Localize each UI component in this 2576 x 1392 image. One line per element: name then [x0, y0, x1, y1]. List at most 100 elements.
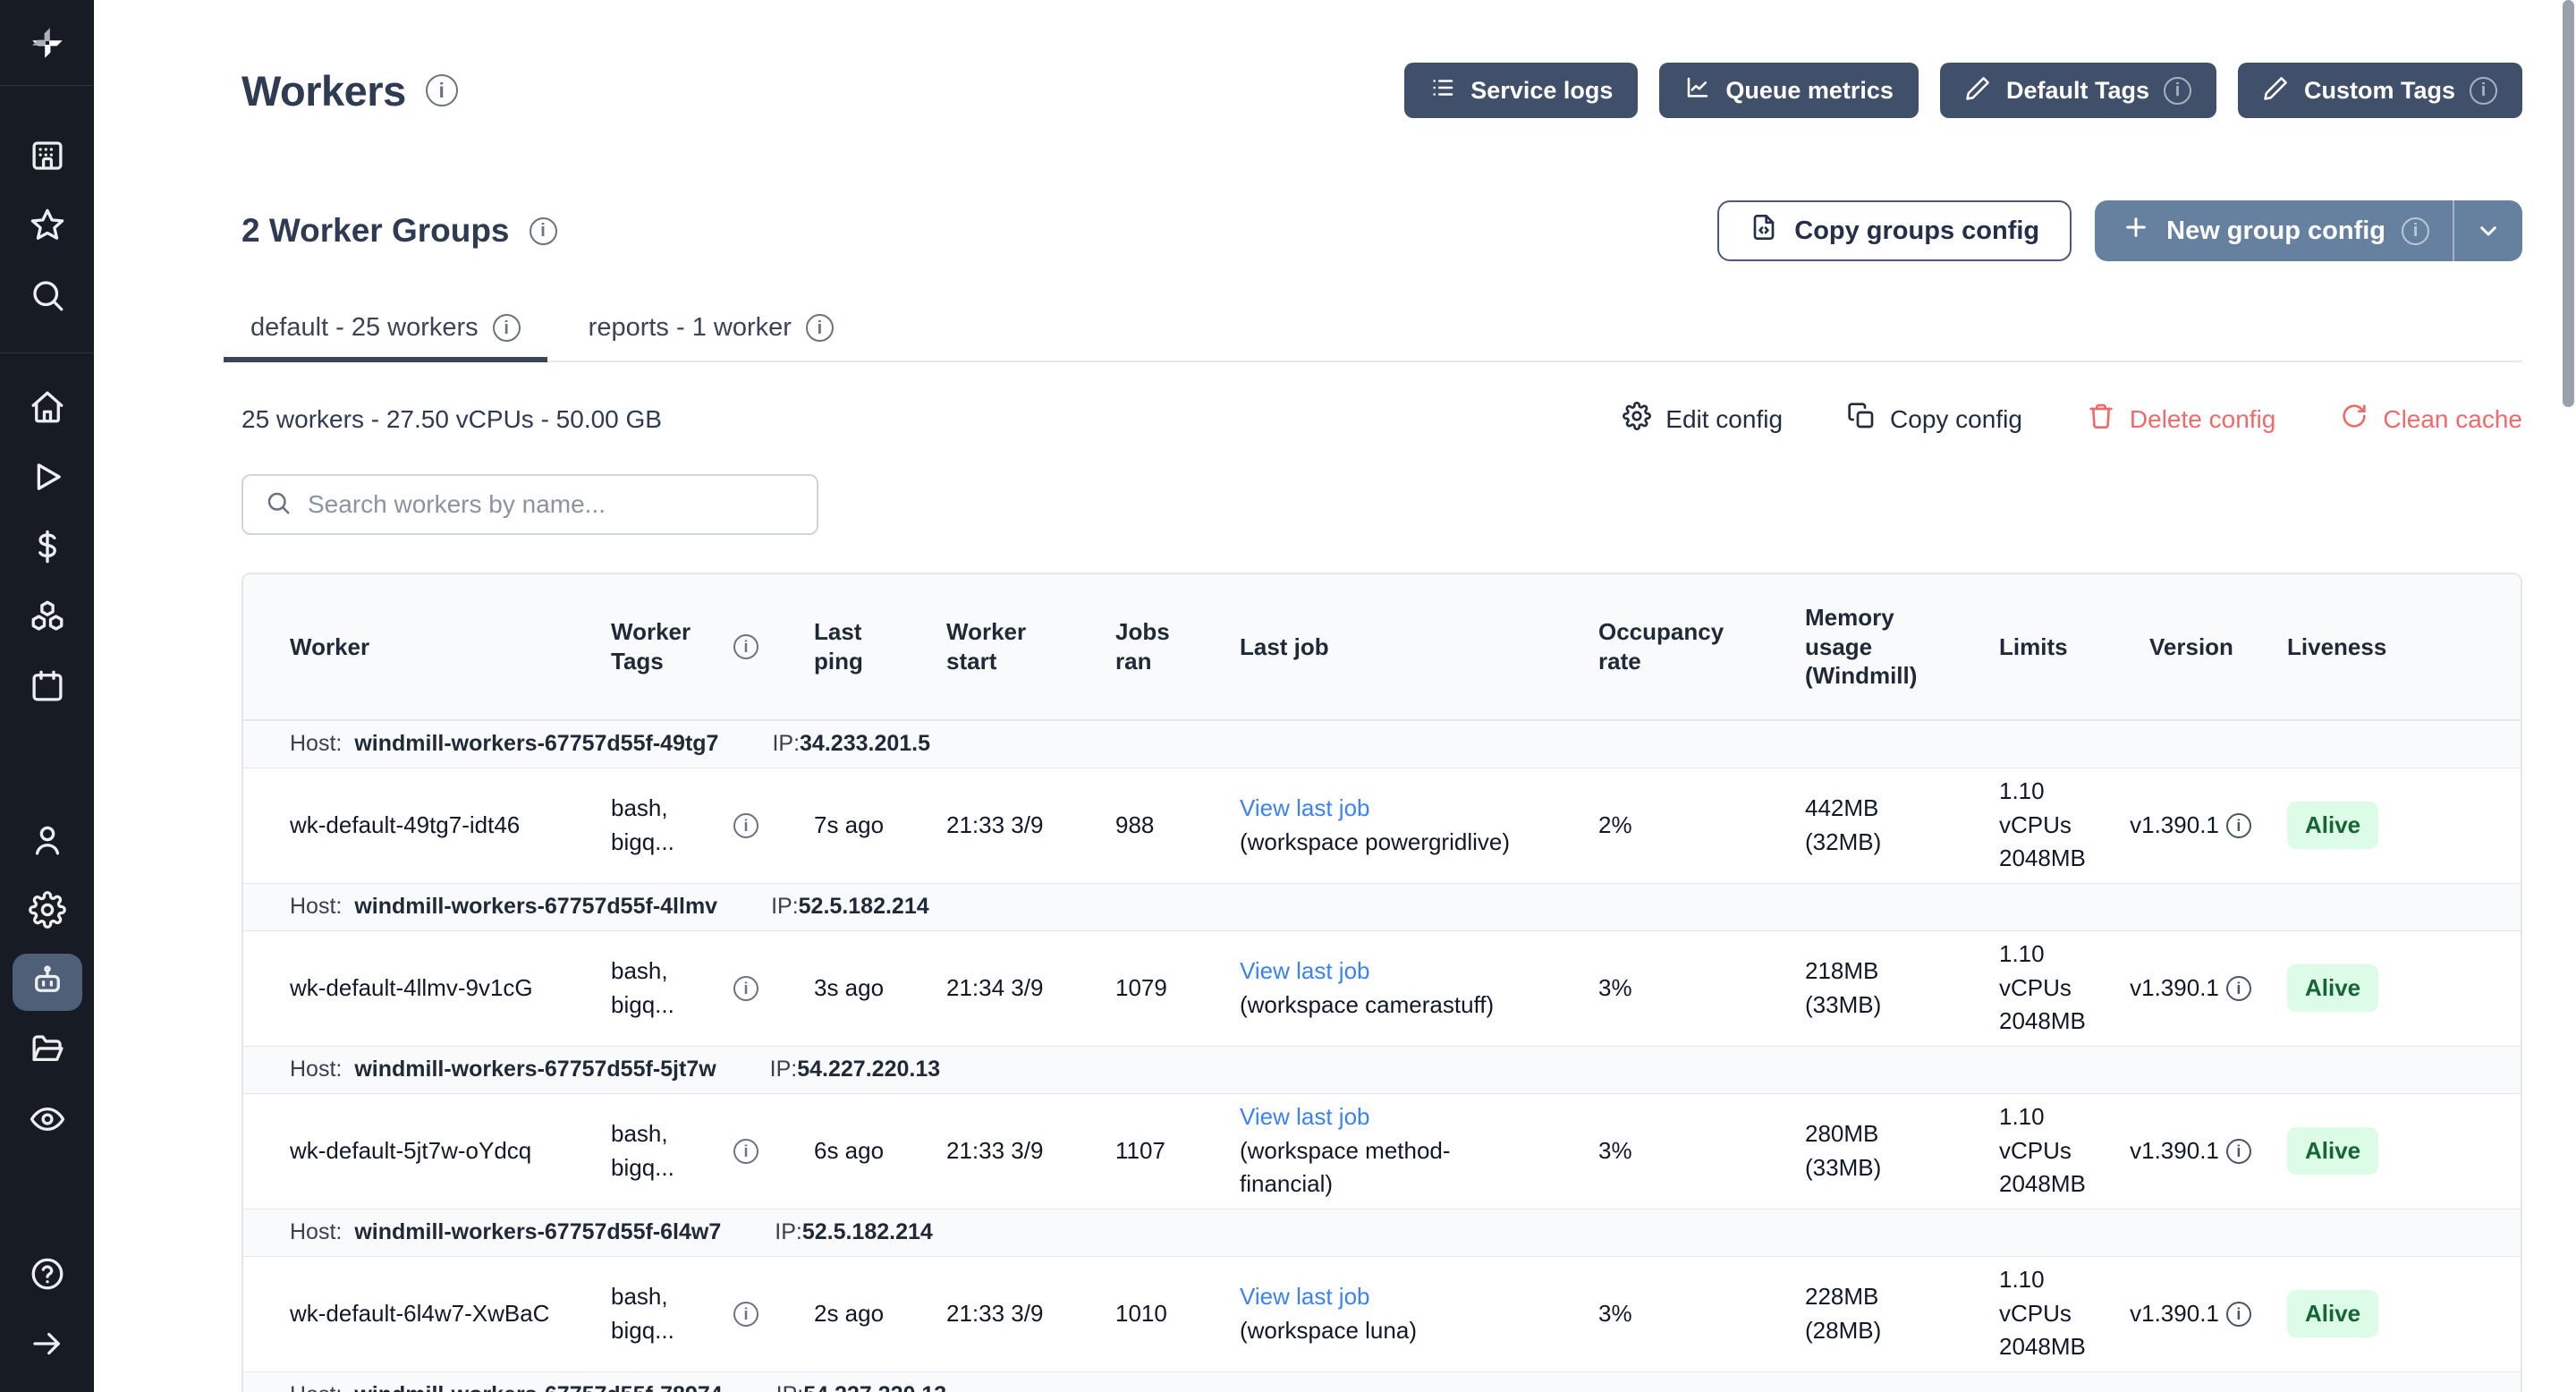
chevron-down-icon[interactable]: [2454, 216, 2522, 245]
sidebar-item-expand[interactable]: [13, 1317, 82, 1374]
sidebar-item-workers[interactable]: [13, 954, 82, 1011]
dollar-icon: [29, 528, 66, 570]
col-limits: Limits: [1953, 574, 2103, 719]
occupancy-rate: 3%: [1552, 931, 1758, 1046]
sidebar-item-users[interactable]: [13, 814, 82, 871]
play-icon: [29, 458, 66, 500]
copy-groups-config-button[interactable]: Copy groups config: [1717, 200, 2072, 261]
sidebar-item-settings[interactable]: [13, 884, 82, 941]
page-title: Workers: [242, 66, 406, 115]
custom-tags-button[interactable]: Custom Tags: [2238, 63, 2522, 118]
liveness-badge: Alive: [2287, 802, 2378, 850]
occupancy-rate: 3%: [1552, 1094, 1758, 1209]
tab-reports[interactable]: reports - 1 worker: [580, 313, 843, 361]
main-content: Workers Service logs Queue metrics: [94, 0, 2576, 1392]
jobs-ran: 988: [1069, 768, 1193, 883]
sidebar-top-group: [0, 129, 94, 338]
view-last-job-link[interactable]: View last job: [1240, 955, 1543, 989]
job-workspace: (workspace method-financial): [1240, 1134, 1543, 1201]
default-tags-button[interactable]: Default Tags: [1940, 63, 2216, 118]
info-icon: [2164, 77, 2191, 105]
sidebar-mid-group: [0, 380, 94, 729]
liveness-badge: Alive: [2287, 1290, 2378, 1338]
worker-groups-title: 2 Worker Groups: [242, 212, 510, 250]
windmill-logo[interactable]: [0, 0, 94, 86]
info-icon: [2402, 217, 2429, 245]
info-icon[interactable]: [733, 1139, 758, 1164]
occupancy-rate: 3%: [1552, 1257, 1758, 1371]
host-name: windmill-workers-67757d55f-5jt7w: [354, 1057, 716, 1082]
sidebar-item-folders[interactable]: [13, 1023, 82, 1081]
last-ping: 2s ago: [767, 1257, 900, 1371]
edit-config-button[interactable]: Edit config: [1623, 402, 1783, 437]
sidebar-item-schedules[interactable]: [13, 659, 82, 717]
info-icon[interactable]: [733, 1302, 758, 1327]
job-workspace: (workspace camerastuff): [1240, 989, 1543, 1023]
tab-default[interactable]: default - 25 workers: [242, 313, 530, 361]
sidebar-item-workspace[interactable]: [13, 129, 82, 186]
worker-tags: bash, bigq...: [564, 768, 767, 883]
host-ip: IP:54.227.220.13: [776, 1382, 946, 1392]
host-row: Host: windmill-workers-67757d55f-78974 I…: [243, 1372, 2521, 1392]
search-input[interactable]: [308, 490, 795, 519]
sidebar-item-audit-logs[interactable]: [13, 1093, 82, 1150]
sidebar-item-search[interactable]: [13, 268, 82, 326]
worker-group-tabs: default - 25 workers reports - 1 worker: [242, 313, 2522, 362]
host-label: Host:: [290, 731, 342, 757]
list-icon: [1429, 74, 1456, 107]
sidebar-item-help[interactable]: [13, 1247, 82, 1304]
clean-cache-button[interactable]: Clean cache: [2340, 402, 2522, 437]
service-logs-button[interactable]: Service logs: [1404, 63, 1638, 118]
file-code-icon: [1750, 213, 1778, 249]
worker-start: 21:33 3/9: [900, 1094, 1069, 1209]
scrollbar[interactable]: [2563, 0, 2574, 407]
version: v1.390.1: [2103, 768, 2241, 883]
gear-icon: [29, 891, 66, 933]
plus-icon: [2122, 213, 2150, 249]
queue-metrics-button[interactable]: Queue metrics: [1659, 63, 1919, 118]
limits: 1.10 vCPUs2048MB: [1953, 1094, 2103, 1209]
view-last-job-link[interactable]: View last job: [1240, 1280, 1543, 1314]
pencil-icon: [1965, 74, 1992, 107]
view-last-job-link[interactable]: View last job: [1240, 1100, 1543, 1134]
version: v1.390.1: [2103, 931, 2241, 1046]
sidebar-item-runs[interactable]: [13, 450, 82, 507]
sidebar-item-resources[interactable]: [13, 590, 82, 647]
col-last-ping: Last ping: [767, 574, 900, 719]
last-job: View last job (workspace method-financia…: [1193, 1094, 1552, 1209]
memory-usage: 442MB(32MB): [1758, 768, 1953, 883]
job-workspace: (workspace luna): [1240, 1314, 1543, 1348]
info-icon[interactable]: [733, 813, 758, 838]
memory-usage: 218MB(33MB): [1758, 931, 1953, 1046]
worker-name: wk-default-4llmv-9v1cG: [243, 931, 564, 1046]
building-icon: [29, 137, 66, 179]
view-last-job-link[interactable]: View last job: [1240, 792, 1543, 826]
sidebar-item-spend[interactable]: [13, 520, 82, 577]
sidebar: [0, 0, 94, 1392]
sidebar-item-favorites[interactable]: [13, 199, 82, 256]
worker-search[interactable]: [242, 474, 818, 535]
info-icon[interactable]: [733, 634, 758, 659]
new-group-config-button[interactable]: New group config: [2095, 200, 2522, 261]
worker-groups-info-icon[interactable]: [530, 217, 557, 245]
host-label: Host:: [290, 1057, 342, 1082]
info-icon[interactable]: [733, 976, 758, 1001]
delete-config-button[interactable]: Delete config: [2087, 402, 2275, 437]
table-body: Host: windmill-workers-67757d55f-49tg7 I…: [243, 721, 2521, 1392]
limits: 1.10 vCPUs2048MB: [1953, 931, 2103, 1046]
liveness: Alive: [2241, 768, 2429, 883]
sidebar-item-home[interactable]: [13, 380, 82, 437]
workers-info-icon[interactable]: [426, 74, 458, 106]
copy-config-button[interactable]: Copy config: [1847, 402, 2022, 437]
limits: 1.10 vCPUs2048MB: [1953, 1257, 2103, 1371]
worker-tags: bash, bigq...: [564, 1257, 767, 1371]
memory-usage: 228MB(28MB): [1758, 1257, 1953, 1371]
jobs-ran: 1010: [1069, 1257, 1193, 1371]
last-ping: 6s ago: [767, 1094, 900, 1209]
robot-icon: [29, 961, 66, 1003]
host-name: windmill-workers-67757d55f-78974: [354, 1382, 722, 1392]
user-icon: [29, 821, 66, 863]
last-job: View last job (workspace powergridlive): [1193, 768, 1552, 883]
search-icon: [265, 489, 292, 521]
eye-icon: [29, 1100, 66, 1142]
